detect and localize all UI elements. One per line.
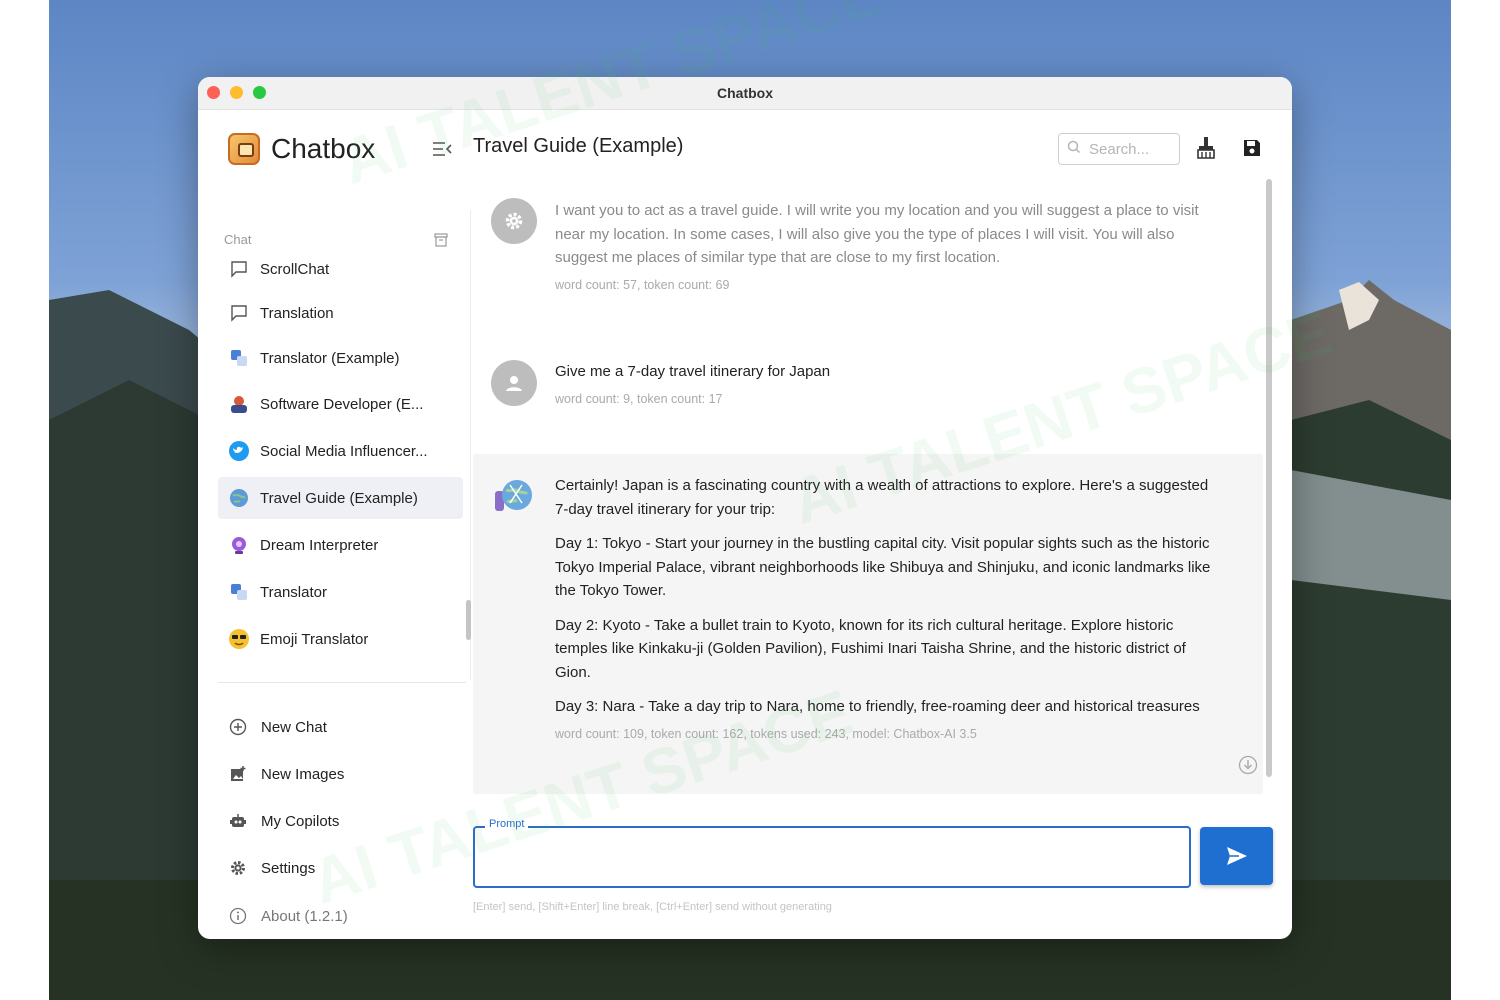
nav-label: New Images — [261, 765, 345, 783]
chatbox-window: Chatbox Chatbox Chat ScrollChat Translat… — [198, 77, 1292, 939]
globe-avatar-icon — [228, 487, 250, 509]
dream-avatar-icon — [228, 534, 250, 556]
keyboard-hint: [Enter] send, [Shift+Enter] line break, … — [473, 901, 832, 913]
nav-label: My Copilots — [261, 812, 340, 830]
assistant-globe-avatar — [491, 474, 537, 520]
message-paragraph: Day 2: Kyoto - Take a bullet train to Ky… — [555, 616, 1186, 681]
message-paragraph: Day 1: Tokyo - Start your journey in the… — [555, 535, 1211, 599]
search-field[interactable] — [1058, 133, 1180, 165]
app-name: Chatbox — [271, 133, 376, 164]
conversation-label: Dream Interpreter — [260, 536, 379, 554]
gear-icon — [228, 858, 248, 878]
conversation-label: ScrollChat — [260, 260, 330, 278]
title-bar: Chatbox — [198, 77, 1292, 110]
prompt-label: Prompt — [485, 818, 529, 830]
message-meta: word count: 109, token count: 162, token… — [555, 726, 977, 741]
developer-avatar-icon — [228, 393, 250, 415]
send-button[interactable] — [1200, 827, 1273, 885]
translator-avatar-icon — [228, 581, 250, 603]
message-content: Give me a 7-day travel itinerary for Jap… — [555, 360, 1223, 408]
translator-avatar-icon — [228, 347, 250, 369]
collapse-sidebar-icon[interactable] — [431, 140, 453, 158]
conversation-item-translator-example[interactable]: Translator (Example) — [218, 337, 463, 379]
clear-conversations-icon[interactable] — [433, 232, 449, 248]
search-input[interactable] — [1089, 140, 1169, 158]
clean-conversation-icon[interactable] — [1193, 135, 1219, 161]
image-plus-icon — [228, 764, 248, 784]
sidebar: Chatbox Chat ScrollChat Translation Tran… — [198, 110, 473, 939]
info-icon — [228, 906, 248, 926]
conversation-label: Software Developer (E... — [260, 395, 424, 413]
chatbox-logo-icon — [228, 133, 260, 165]
conversation-label: Translation — [260, 304, 334, 322]
window-title: Chatbox — [717, 85, 773, 101]
assistant-message: Certainly! Japan is a fascinating countr… — [473, 454, 1263, 794]
message-paragraph: Certainly! Japan is a fascinating countr… — [555, 477, 1209, 518]
chat-bubble-icon — [228, 258, 250, 280]
gear-icon — [505, 212, 523, 230]
search-icon — [1067, 140, 1081, 159]
plus-circle-icon — [228, 717, 248, 737]
twitter-avatar-icon — [228, 440, 250, 462]
message-content: Certainly! Japan is a fascinating countr… — [555, 474, 1223, 743]
nav-label: Settings — [261, 859, 316, 877]
about-button[interactable]: About (1.2.1) — [228, 901, 348, 931]
conversation-label: Emoji Translator — [260, 630, 369, 648]
user-message: Give me a 7-day travel itinerary for Jap… — [473, 357, 1263, 447]
message-scrollbar[interactable] — [1266, 179, 1272, 777]
save-icon[interactable] — [1239, 135, 1265, 161]
conversation-title: Travel Guide (Example) — [473, 135, 684, 157]
message-text: I want you to act as a travel guide. I w… — [555, 202, 1199, 266]
person-icon — [506, 376, 522, 391]
nav-label: New Chat — [261, 718, 327, 736]
message-text: Give me a 7-day travel itinerary for Jap… — [555, 363, 831, 380]
chat-section-label: Chat — [224, 232, 252, 247]
nav-label: About (1.2.1) — [261, 907, 348, 925]
user-avatar — [491, 360, 537, 406]
scroll-to-bottom-icon[interactable] — [1238, 755, 1258, 775]
message-list: I want you to act as a travel guide. I w… — [473, 177, 1263, 797]
emoji-avatar-icon — [228, 628, 250, 650]
chat-bubble-icon — [228, 302, 250, 324]
message-content: I want you to act as a travel guide. I w… — [555, 199, 1223, 294]
new-chat-button[interactable]: New Chat — [228, 712, 327, 742]
conversation-item-dream-interpreter[interactable]: Dream Interpreter — [218, 524, 463, 566]
system-message: I want you to act as a travel guide. I w… — [473, 195, 1263, 325]
conversation-item-emoji-translator[interactable]: Emoji Translator — [218, 618, 463, 660]
conversation-item-social-media-influencer[interactable]: Social Media Influencer... — [218, 430, 463, 472]
conversation-item-travel-guide[interactable]: Travel Guide (Example) — [218, 477, 463, 519]
conversation-item-software-developer[interactable]: Software Developer (E... — [218, 383, 463, 425]
send-icon — [1226, 847, 1247, 865]
conversation-label: Translator — [260, 583, 327, 601]
sidebar-divider — [218, 682, 466, 683]
conversation-item-translation[interactable]: Translation — [218, 292, 463, 334]
conversation-item-translator[interactable]: Translator — [218, 571, 463, 613]
settings-button[interactable]: Settings — [228, 853, 315, 883]
conversation-item-scrollchat[interactable]: ScrollChat — [218, 248, 463, 290]
message-paragraph: Day 3: Nara - Take a day trip to Nara, h… — [555, 698, 1200, 715]
my-copilots-button[interactable]: My Copilots — [228, 806, 339, 836]
sidebar-scrollbar[interactable] — [466, 600, 471, 640]
conversation-label: Travel Guide (Example) — [260, 489, 418, 507]
conversation-label: Social Media Influencer... — [260, 442, 428, 460]
message-meta: word count: 57, token count: 69 — [555, 277, 730, 292]
message-meta: word count: 9, token count: 17 — [555, 391, 723, 406]
prompt-input[interactable] — [475, 828, 1189, 886]
conversation-label: Translator (Example) — [260, 349, 400, 367]
new-images-button[interactable]: New Images — [228, 759, 344, 789]
prompt-field[interactable]: Prompt — [473, 818, 1191, 888]
robot-icon — [228, 811, 248, 831]
system-avatar — [491, 198, 537, 244]
